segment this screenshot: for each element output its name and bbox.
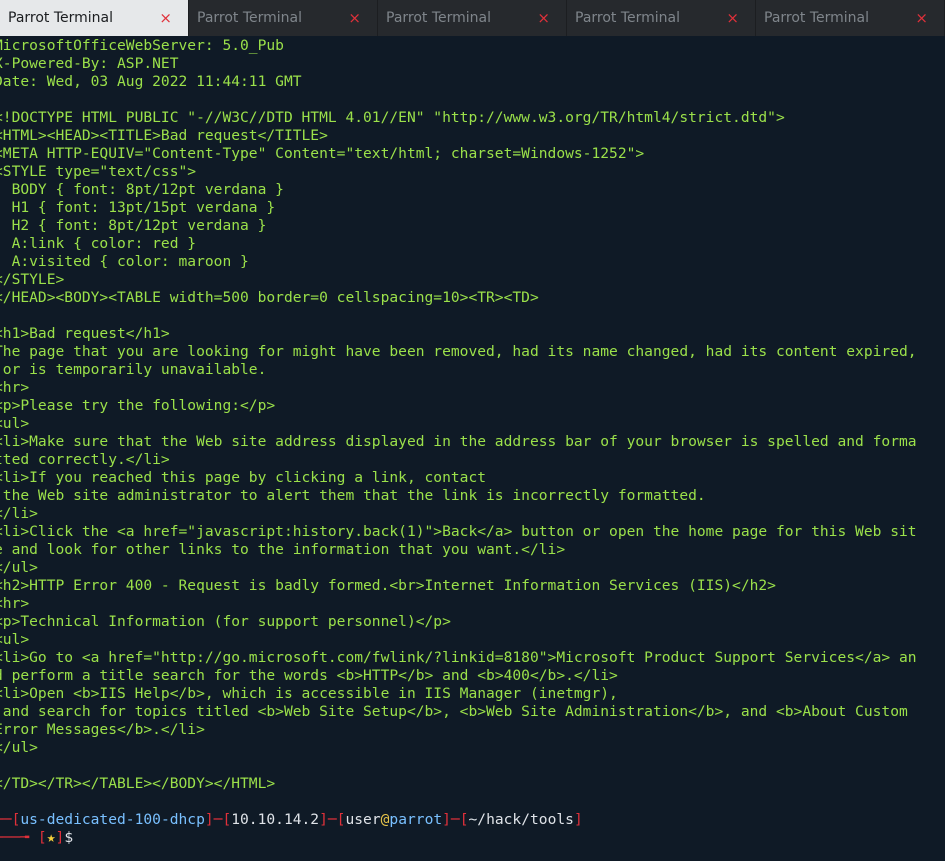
shell-prompt[interactable]: ┌─[us-dedicated-100-dhcp]─[10.10.14.2]─[… [0,811,945,847]
output-line: The page that you are looking for might … [0,343,917,360]
tab-label: Parrot Terminal [386,10,492,26]
output-line: <ul> [0,415,30,432]
tab-label: Parrot Terminal [8,10,114,26]
output-line: X-Powered-By: ASP.NET [0,55,179,72]
command-output: MicrosoftOfficeWebServer: 5.0_Pub X-Powe… [0,37,945,793]
ip-address: 10.10.14.2 [231,811,320,828]
prompt-symbol: $ [64,829,74,846]
prompt-frame: └──╼ [ [0,829,47,846]
tab-parrot-terminal-1[interactable]: Parrot Terminal × [0,0,189,36]
hostname: parrot [389,811,443,828]
output-line: H1 { font: 13pt/15pt verdana } [0,199,276,216]
output-line: </ul> [0,559,38,576]
vpn-hostname: us-dedicated-100-dhcp [20,811,205,828]
prompt-frame: ] [573,811,583,828]
output-line: and search for topics titled <b>Web Site… [0,703,908,720]
close-icon[interactable]: × [537,9,550,27]
output-line: <li>If you reached this page by clicking… [0,469,487,486]
prompt-frame: ]─[ [442,811,469,828]
tab-label: Parrot Terminal [764,10,870,26]
prompt-frame: ]─[ [319,811,346,828]
output-line: <ul> [0,631,30,648]
close-icon[interactable]: × [726,9,739,27]
terminal-window: Parrot Terminal × Parrot Terminal × Parr… [0,0,945,861]
close-icon[interactable]: × [159,9,172,27]
output-line: <hr> [0,379,30,396]
tab-parrot-terminal-2[interactable]: Parrot Terminal × [189,0,378,36]
tab-label: Parrot Terminal [197,10,303,26]
output-line: <li>Click the <a href="javascript:histor… [0,523,917,540]
tab-bar: Parrot Terminal × Parrot Terminal × Parr… [0,0,945,36]
tab-parrot-terminal-5[interactable]: Parrot Terminal × [756,0,945,36]
output-line: BODY { font: 8pt/12pt verdana } [0,181,284,198]
output-line: <p>Technical Information (for support pe… [0,613,451,630]
output-line: <!DOCTYPE HTML PUBLIC "-//W3C//DTD HTML … [0,109,785,126]
prompt-frame: ] [55,829,65,846]
output-line: or is temporarily unavailable. [0,361,267,378]
output-line: Date: Wed, 03 Aug 2022 11:44:11 GMT [0,73,302,90]
tab-parrot-terminal-3[interactable]: Parrot Terminal × [378,0,567,36]
output-line: </HEAD><BODY><TABLE width=500 border=0 c… [0,289,539,306]
output-line: <li>Make sure that the Web site address … [0,433,917,450]
output-line: </TD></TR></TABLE></BODY></HTML> [0,775,276,792]
output-line: the Web site administrator to alert them… [0,487,706,504]
prompt-frame: ]─[ [204,811,232,828]
output-line: d perform a title search for the words <… [0,667,618,684]
star-icon: ★ [46,829,56,846]
terminal-output-area[interactable]: MicrosoftOfficeWebServer: 5.0_Pub X-Powe… [0,36,945,861]
close-icon[interactable]: × [348,9,361,27]
output-line: H2 { font: 8pt/12pt verdana } [0,217,267,234]
prompt-frame: ┌─[ [0,811,21,828]
output-line: </STYLE> [0,271,65,288]
output-line: A:link { color: red } [0,235,197,252]
output-line: <li>Open <b>IIS Help</b>, which is acces… [0,685,618,702]
output-line: <h1>Bad request</h1> [0,325,170,342]
prompt-line-1: ┌─[us-dedicated-100-dhcp]─[10.10.14.2]─[… [0,811,945,829]
output-line: <STYLE type="text/css"> [0,163,197,180]
tab-label: Parrot Terminal [575,10,681,26]
prompt-line-2: └──╼ [★]$ [0,829,945,847]
output-line: <HTML><HEAD><TITLE>Bad request</TITLE> [0,127,328,144]
current-directory: ~/hack/tools [468,811,574,828]
output-line: <h2>HTTP Error 400 - Request is badly fo… [0,577,776,594]
close-icon[interactable]: × [915,9,928,27]
output-line: <li>Go to <a href="http://go.microsoft.c… [0,649,917,666]
username: user [345,811,381,828]
output-line: Error Messages</b>.</li> [0,721,205,738]
output-line: <p>Please try the following:</p> [0,397,276,414]
output-line: tted correctly.</li> [0,451,170,468]
output-line: <META HTTP-EQUIV="Content-Type" Content=… [0,145,645,162]
output-line: </ul> [0,739,38,756]
input-cursor[interactable] [73,829,82,845]
output-line: </li> [0,505,38,522]
output-line: <hr> [0,595,30,612]
output-line: MicrosoftOfficeWebServer: 5.0_Pub [0,37,284,54]
tab-parrot-terminal-4[interactable]: Parrot Terminal × [567,0,756,36]
output-line: e and look for other links to the inform… [0,541,566,558]
output-line: A:visited { color: maroon } [0,253,249,270]
